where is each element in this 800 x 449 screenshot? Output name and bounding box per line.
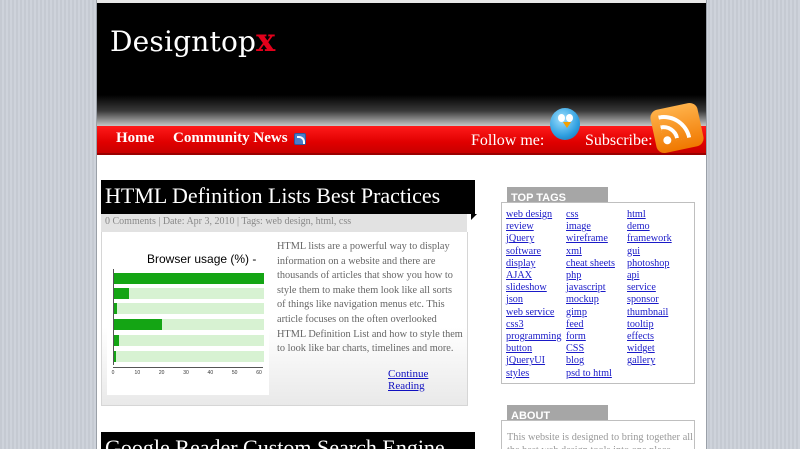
chart-x-tick-label: 10 [134, 370, 141, 376]
chart-x-tick-label: 30 [183, 370, 189, 376]
tag-link[interactable]: api [627, 270, 639, 281]
tag-link[interactable]: framework [627, 233, 672, 244]
tag-link[interactable]: css3 [506, 319, 524, 330]
page-container: Designtopx Home Community News Follow me… [96, 0, 707, 449]
tag-link[interactable]: cheat sheets [566, 258, 615, 269]
top-tags-box: web design review jQuery software display AJA… [501, 202, 695, 384]
chart-x-axis: 0 10 20 30 40 50 60 [111, 367, 263, 377]
site-logo[interactable]: Designtopx [110, 21, 275, 59]
tag-link[interactable]: effects [627, 331, 654, 342]
tag-link[interactable]: feed [566, 319, 584, 330]
chart-bar-track [114, 288, 264, 299]
tag-link[interactable]: gallery [627, 355, 655, 366]
chart-bar [114, 351, 116, 362]
tag-link[interactable]: service [627, 282, 656, 293]
chart-x-tick-label: 40 [207, 370, 214, 376]
tag-link[interactable]: html [627, 209, 646, 220]
post-excerpt: HTML lists are a powerful way to display… [277, 241, 463, 355]
chart-bar-track [114, 351, 264, 362]
chart-x-tick-label: 0 [111, 370, 115, 376]
post-title[interactable]: HTML Definition Lists Best Practices [101, 180, 477, 220]
tag-link[interactable]: jQueryUI [506, 355, 545, 366]
tag-link[interactable]: form [566, 331, 586, 342]
tag-link[interactable]: xml [566, 246, 582, 257]
continue-reading-link[interactable]: Continue Reading [388, 368, 467, 392]
tag-link[interactable]: jQuery [506, 233, 534, 244]
twitter-bird-icon[interactable] [546, 102, 584, 144]
tag-link[interactable]: CSS [566, 343, 584, 354]
tag-link[interactable]: photoshop [627, 258, 669, 269]
tag-link[interactable]: css [566, 209, 578, 220]
chart-x-tick-label: 60 [256, 370, 262, 376]
tag-link[interactable]: AJAX [506, 270, 532, 281]
chart-bar-track [114, 273, 264, 284]
tag-link[interactable]: web service [506, 307, 554, 318]
chart-x-tick-label: 20 [158, 370, 165, 376]
browser-usage-chart: Browser usage (%) - 0 10 20 30 40 50 60 [107, 237, 269, 395]
tag-link[interactable]: blog [566, 355, 584, 366]
chart-bar-track [114, 319, 264, 330]
post-title[interactable]: Google Reader Custom Search Engine [101, 432, 475, 449]
chart-bar [114, 319, 162, 330]
post-meta: 0 Comments | Date: Apr 3, 2010 | Tags: w… [101, 214, 467, 232]
chart-bar [114, 273, 264, 284]
nav-community-news-link[interactable]: Community News [173, 130, 288, 147]
subscribe-label: Subscribe: [585, 132, 653, 149]
logo-text: Designtop [110, 25, 257, 58]
rss-feed-icon[interactable] [294, 133, 306, 145]
nav-bar: Home Community News Follow me: Subscribe… [97, 126, 706, 155]
chart-bar [114, 303, 117, 314]
tag-link[interactable]: sponsor [627, 294, 659, 305]
tag-link[interactable]: button [506, 343, 532, 354]
chart-title: Browser usage (%) - [147, 252, 257, 266]
chart-bar [114, 288, 129, 299]
tag-link[interactable]: styles [506, 368, 529, 379]
tag-link[interactable]: mockup [566, 294, 599, 305]
tag-link[interactable]: display [506, 258, 535, 269]
site-header: Designtopx [97, 0, 706, 126]
chart-bar-track [114, 303, 264, 314]
tag-link[interactable]: slideshow [506, 282, 547, 293]
tag-link[interactable]: wireframe [566, 233, 608, 244]
tag-link[interactable]: psd to html [566, 368, 612, 379]
tag-link[interactable]: gimp [566, 307, 587, 318]
tag-link[interactable]: programming [506, 331, 561, 342]
chart-x-tick-label: 50 [231, 370, 238, 376]
follow-me-label: Follow me: [471, 132, 545, 149]
tag-link[interactable]: review [506, 221, 534, 232]
chart-bar-track [114, 335, 264, 346]
tag-link[interactable]: thumbnail [627, 307, 668, 318]
tag-link[interactable]: widget [627, 343, 655, 354]
chart-plot-area [113, 269, 264, 365]
chart-bar [114, 335, 119, 346]
post-body: Browser usage (%) - 0 10 20 30 40 50 60 HTML l… [101, 232, 468, 406]
about-box: This website is designed to bring togeth… [501, 420, 695, 449]
nav-home-link[interactable]: Home [116, 130, 154, 147]
tag-link[interactable]: demo [627, 221, 650, 232]
tag-link[interactable]: tooltip [627, 319, 654, 330]
about-text: This website is designed to bring togeth… [507, 432, 693, 449]
logo-accent: x [256, 21, 276, 59]
tag-link[interactable]: json [506, 294, 523, 305]
tag-link[interactable]: php [566, 270, 581, 281]
tag-link[interactable]: javascript [566, 282, 606, 293]
tag-link[interactable]: software [506, 246, 541, 257]
tag-link[interactable]: web design [506, 209, 552, 220]
tag-link[interactable]: gui [627, 246, 640, 257]
tag-link[interactable]: image [566, 221, 591, 232]
